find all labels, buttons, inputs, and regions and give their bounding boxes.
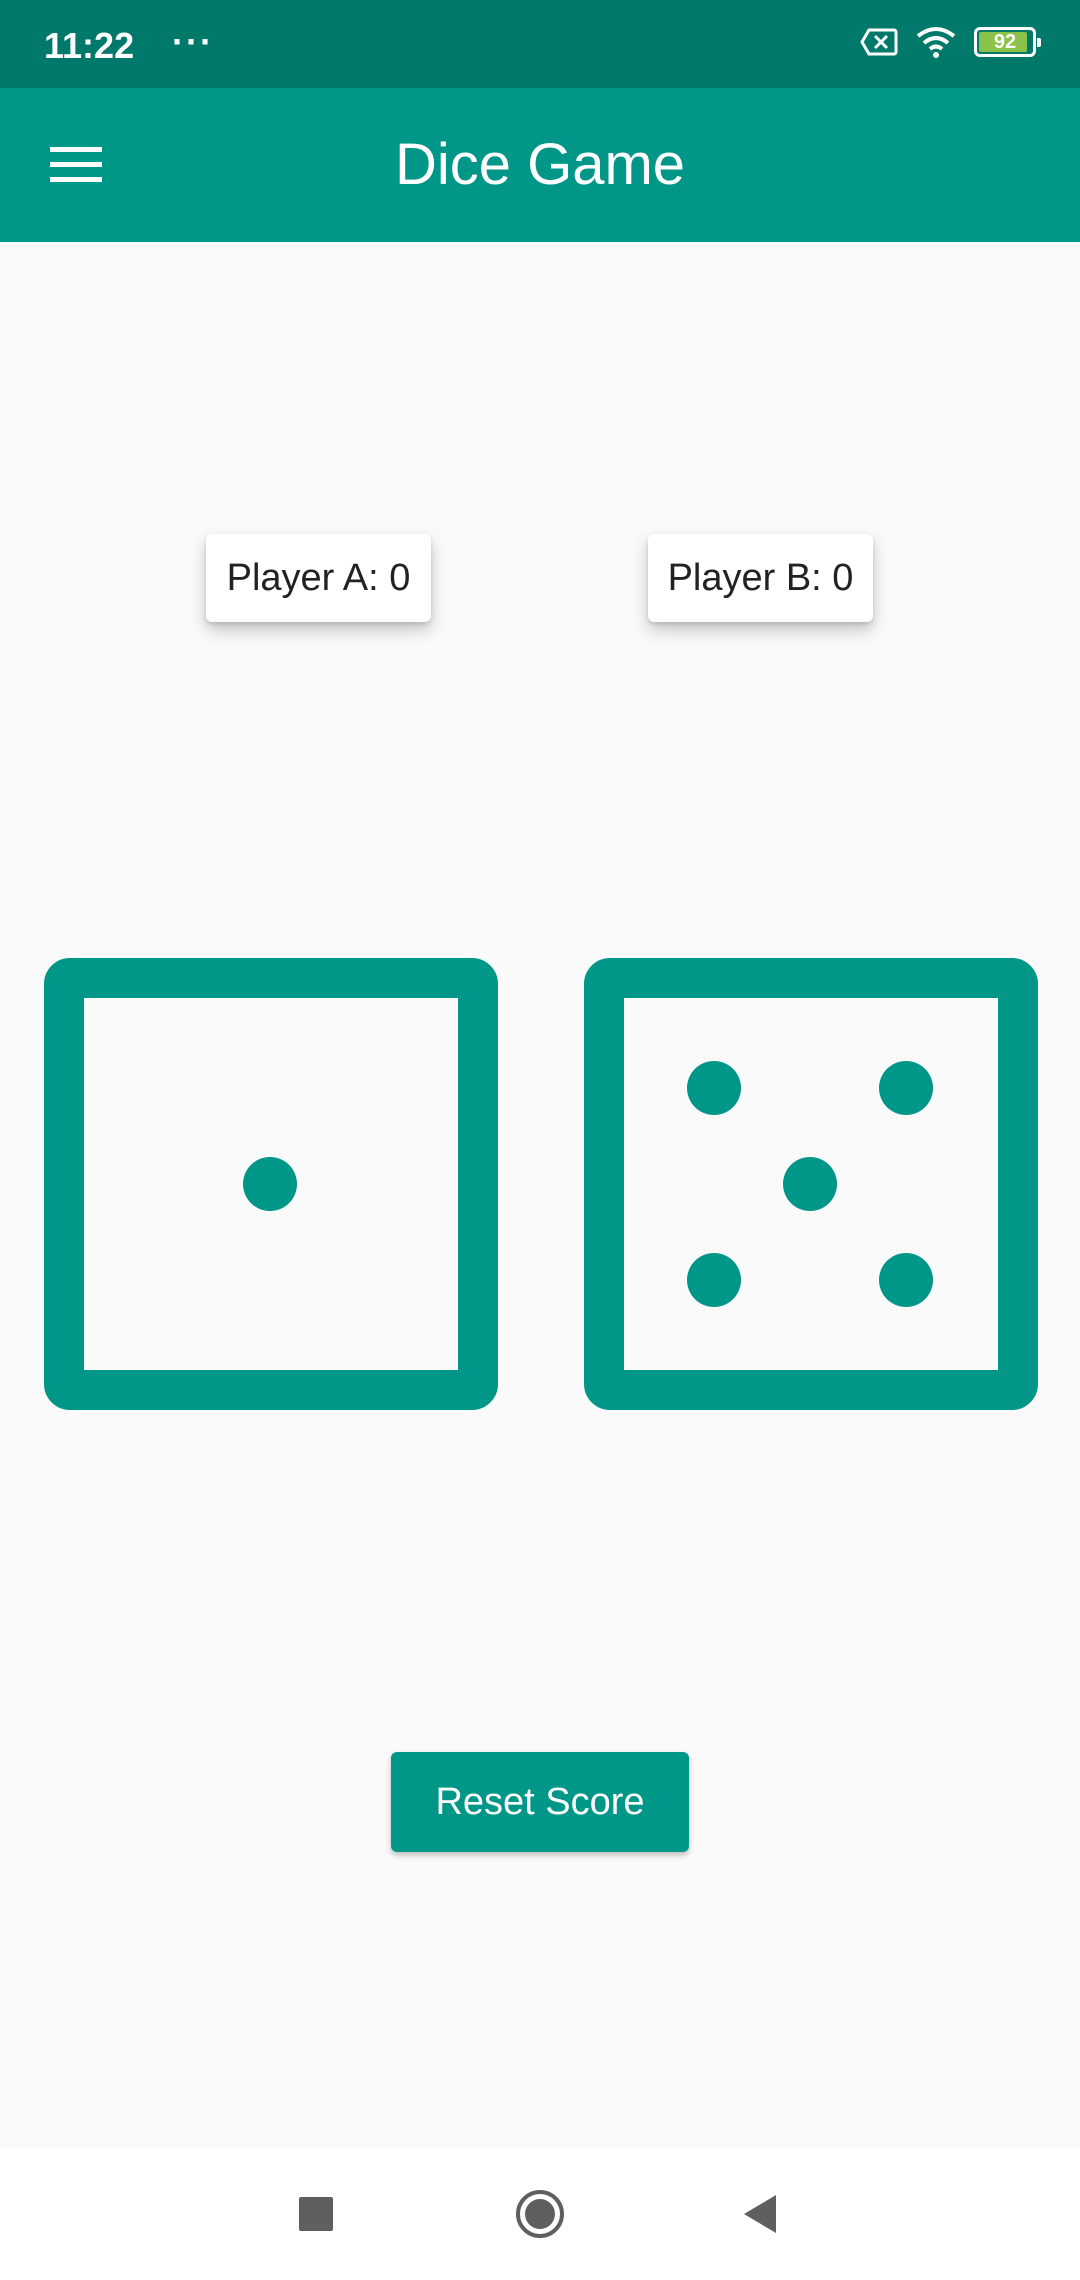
navigation-bar <box>0 2148 1080 2280</box>
status-bar: 11:22 ··· 92 <box>0 0 1080 88</box>
home-circle-icon[interactable] <box>514 2188 566 2240</box>
die-pip <box>243 1157 297 1211</box>
recents-button[interactable] <box>276 2174 356 2254</box>
back-button[interactable] <box>720 2174 800 2254</box>
die-pip <box>879 1061 933 1115</box>
left-die[interactable] <box>44 958 498 1410</box>
die-pip <box>783 1157 837 1211</box>
die-pip <box>879 1253 933 1307</box>
status-icons: 92 <box>860 26 1041 58</box>
recents-square-icon[interactable] <box>298 2196 334 2232</box>
right-die[interactable] <box>584 958 1038 1410</box>
reset-score-button[interactable]: Reset Score <box>391 1752 689 1852</box>
status-overflow-icon: ··· <box>172 21 214 62</box>
back-triangle-icon[interactable] <box>740 2193 780 2235</box>
sim-error-icon <box>860 28 898 56</box>
die-pip <box>687 1061 741 1115</box>
battery-level: 92 <box>993 31 1017 53</box>
status-time: 11:22 <box>44 25 135 66</box>
player-b-score: Player B: 0 <box>648 534 873 622</box>
home-button[interactable] <box>500 2174 580 2254</box>
wifi-icon <box>916 27 956 58</box>
battery-icon: 92 <box>974 27 1041 57</box>
battery-tip <box>1037 38 1041 47</box>
player-a-score: Player A: 0 <box>206 534 431 622</box>
die-pip <box>687 1253 741 1307</box>
page-title: Dice Game <box>394 132 686 197</box>
app-bar: Dice Game <box>0 88 1080 242</box>
